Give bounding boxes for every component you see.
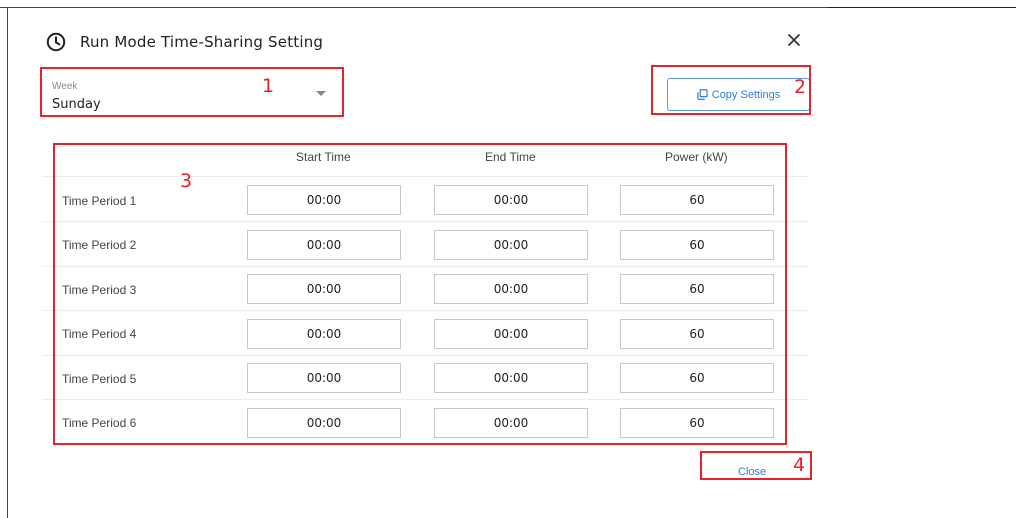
start-time-input[interactable]: 00:00: [247, 230, 401, 260]
time-period-label: Time Period 6: [62, 416, 137, 430]
start-time-input[interactable]: 00:00: [247, 363, 401, 393]
end-time-input[interactable]: 00:00: [434, 230, 588, 260]
power-input[interactable]: 60: [620, 274, 774, 304]
time-period-label: Time Period 1: [62, 194, 137, 208]
row-divider: [42, 176, 808, 177]
copy-icon: [697, 89, 708, 100]
row-divider: [42, 355, 808, 356]
clock-icon: [46, 32, 66, 52]
close-icon[interactable]: [784, 30, 804, 50]
end-time-input[interactable]: 00:00: [434, 185, 588, 215]
time-period-label: Time Period 4: [62, 327, 137, 341]
close-button[interactable]: Close: [738, 466, 766, 478]
power-input[interactable]: 60: [620, 185, 774, 215]
row-divider: [42, 221, 808, 222]
start-time-input[interactable]: 00:00: [247, 408, 401, 438]
dialog-title: Run Mode Time-Sharing Setting: [80, 33, 324, 51]
copy-settings-button[interactable]: Copy Settings: [667, 78, 810, 111]
annotation-number-2: 2: [794, 76, 807, 98]
column-header-end-time: End Time: [485, 150, 536, 164]
end-time-input[interactable]: 00:00: [434, 319, 588, 349]
end-time-input[interactable]: 00:00: [434, 408, 588, 438]
row-divider: [42, 266, 808, 267]
power-input[interactable]: 60: [620, 363, 774, 393]
annotation-number-1: 1: [262, 75, 275, 97]
column-header-start-time: Start Time: [296, 150, 351, 164]
frame-top-border: [0, 7, 828, 8]
time-period-label: Time Period 3: [62, 283, 137, 297]
frame-top-border-right: [828, 7, 1016, 8]
end-time-input[interactable]: 00:00: [434, 274, 588, 304]
time-period-label: Time Period 5: [62, 372, 137, 386]
end-time-input[interactable]: 00:00: [434, 363, 588, 393]
frame-left-border: [7, 7, 8, 518]
start-time-input[interactable]: 00:00: [247, 185, 401, 215]
column-header-power: Power (kW): [665, 150, 728, 164]
power-input[interactable]: 60: [620, 230, 774, 260]
week-select[interactable]: Week Sunday: [42, 69, 342, 116]
power-input[interactable]: 60: [620, 408, 774, 438]
row-divider: [42, 310, 808, 311]
annotation-number-3: 3: [180, 170, 193, 192]
annotation-number-4: 4: [793, 454, 806, 476]
start-time-input[interactable]: 00:00: [247, 274, 401, 304]
chevron-down-icon[interactable]: [316, 91, 326, 96]
row-divider: [42, 399, 808, 400]
start-time-input[interactable]: 00:00: [247, 319, 401, 349]
time-period-label: Time Period 2: [62, 238, 137, 252]
week-select-value: Sunday: [52, 97, 101, 112]
week-select-label: Week: [52, 81, 78, 92]
copy-settings-label: Copy Settings: [711, 88, 781, 101]
power-input[interactable]: 60: [620, 319, 774, 349]
